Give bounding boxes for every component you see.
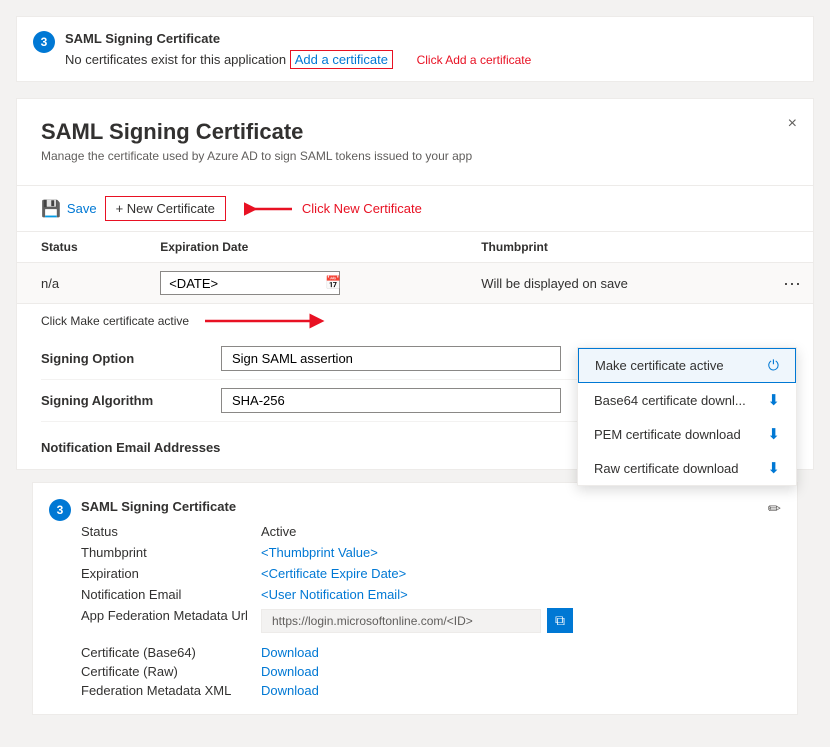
panel-title: SAML Signing Certificate [41, 119, 789, 145]
copy-url-button[interactable]: ⧉ [547, 608, 573, 633]
top-box-content: SAML Signing Certificate No certificates… [65, 31, 797, 67]
url-row: https://login.microsoftonline.com/<ID> ⧉ [261, 608, 781, 633]
notification-email-value: <User Notification Email> [261, 587, 781, 602]
dropdown-make-active[interactable]: Make certificate active ⏻ [578, 348, 796, 383]
col-thumbprint: Thumbprint [457, 232, 731, 263]
col-expiration: Expiration Date [136, 232, 457, 263]
right-arrow-icon [205, 310, 325, 332]
top-box-text: No certificates exist for this applicati… [65, 52, 286, 67]
close-button[interactable]: × [788, 115, 797, 133]
bottom-box-content: SAML Signing Certificate ✏ Status Active… [81, 499, 781, 698]
top-info-box: 3 SAML Signing Certificate No certificat… [16, 16, 814, 82]
left-arrow-icon [244, 199, 294, 219]
new-certificate-button[interactable]: + New Certificate [105, 196, 226, 221]
certificate-table: Status Expiration Date Thumbprint n/a 📅 [17, 232, 813, 304]
expiration-label: Expiration [81, 566, 261, 581]
add-certificate-link[interactable]: Add a certificate [290, 50, 393, 69]
new-cert-hint-text: Click New Certificate [302, 201, 422, 216]
federation-url-value: https://login.microsoftonline.com/<ID> [261, 609, 541, 633]
step-badge-bottom: 3 [49, 499, 71, 521]
panel-subtitle: Manage the certificate used by Azure AD … [41, 149, 789, 163]
make-active-label: Make certificate active [595, 358, 724, 373]
federation-xml-download[interactable]: Download [261, 683, 781, 698]
col-actions [731, 232, 813, 263]
cert-raw-download[interactable]: Download [261, 664, 781, 679]
pem-label: PEM certificate download [594, 427, 741, 442]
save-button[interactable]: 💾 Save [41, 199, 97, 219]
edit-button[interactable]: ✏ [768, 499, 781, 519]
download-icon-3: ⬇ [767, 459, 780, 477]
signing-option-label: Signing Option [41, 351, 221, 366]
federation-xml-label: Federation Metadata XML [81, 683, 261, 698]
signing-algorithm-value[interactable] [221, 388, 561, 413]
cert-raw-label: Certificate (Raw) [81, 664, 261, 679]
top-box-body: No certificates exist for this applicati… [65, 52, 797, 67]
add-cert-hint: Click Add a certificate [417, 53, 532, 67]
date-input-container[interactable]: 📅 [160, 271, 340, 295]
new-cert-hint: Click New Certificate [244, 199, 422, 219]
base64-label: Base64 certificate downl... [594, 393, 746, 408]
bottom-info-box: 3 SAML Signing Certificate ✏ Status Acti… [32, 482, 798, 715]
power-icon: ⏻ [768, 357, 779, 374]
dropdown-base64[interactable]: Base64 certificate downl... ⬇ [578, 383, 796, 417]
annotation-row: Click Make certificate active [17, 304, 813, 338]
save-icon: 💾 [41, 199, 61, 219]
dropdown-menu: Make certificate active ⏻ Base64 certifi… [577, 347, 797, 486]
raw-label: Raw certificate download [594, 461, 739, 476]
expiration-value: <Certificate Expire Date> [261, 566, 781, 581]
step-badge-top: 3 [33, 31, 55, 53]
new-cert-label: + New Certificate [116, 201, 215, 216]
thumbprint-label: Thumbprint [81, 545, 261, 560]
federation-url-label: App Federation Metadata Url [81, 608, 261, 633]
table-row: n/a 📅 Will be displayed on save ··· [17, 263, 813, 304]
calendar-icon: 📅 [325, 275, 341, 291]
notification-email-label: Notification Email [81, 587, 261, 602]
info-grid: Status Active Thumbprint <Thumbprint Val… [81, 524, 781, 633]
annotation-text: Click Make certificate active [41, 314, 189, 328]
signing-option-value[interactable] [221, 346, 561, 371]
cert-date: 📅 [136, 263, 457, 304]
more-actions-button[interactable]: ··· [779, 273, 805, 294]
col-status: Status [17, 232, 136, 263]
panel-header: SAML Signing Certificate Manage the cert… [17, 99, 813, 186]
download-icon-1: ⬇ [767, 391, 780, 409]
thumbprint-value: <Thumbprint Value> [261, 545, 781, 560]
date-field[interactable] [169, 276, 319, 291]
download-icon-2: ⬇ [767, 425, 780, 443]
status-label: Status [81, 524, 261, 539]
toolbar: 💾 Save + New Certificate Click New Certi… [17, 186, 813, 232]
status-value: Active [261, 524, 781, 539]
save-label: Save [67, 201, 97, 216]
cert-thumbprint: Will be displayed on save [457, 263, 731, 304]
top-box-title: SAML Signing Certificate [65, 31, 797, 46]
signing-algorithm-label: Signing Algorithm [41, 393, 221, 408]
cert-status: n/a [17, 263, 136, 304]
dropdown-raw[interactable]: Raw certificate download ⬇ [578, 451, 796, 485]
bottom-box-title: SAML Signing Certificate [81, 499, 236, 514]
dropdown-pem[interactable]: PEM certificate download ⬇ [578, 417, 796, 451]
cert-actions: ··· [731, 263, 813, 304]
main-panel: SAML Signing Certificate Manage the cert… [16, 98, 814, 470]
